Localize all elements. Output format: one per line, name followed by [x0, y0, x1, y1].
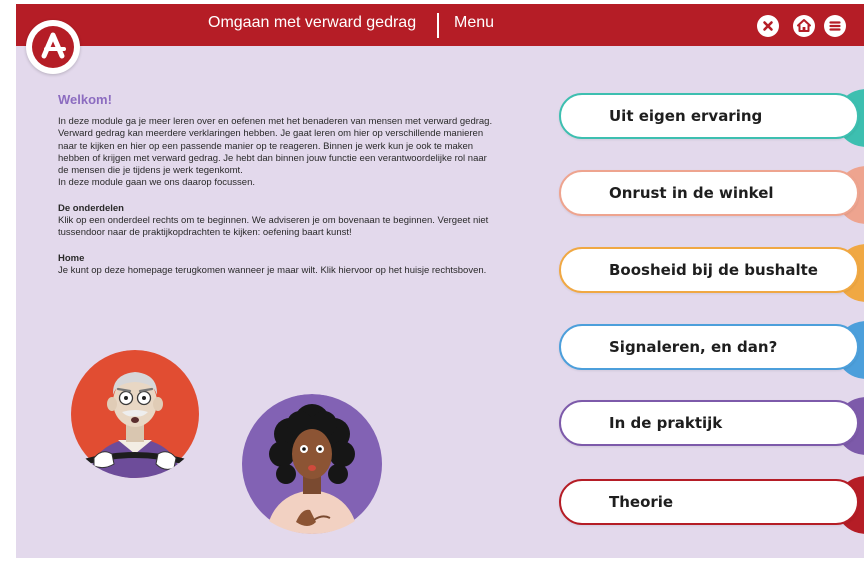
course-title: Omgaan met verward gedrag — [208, 14, 417, 31]
module-onrust-in-de-winkel[interactable]: Onrust in de winkel — [559, 170, 859, 216]
home-heading: Home — [58, 252, 85, 264]
close-button[interactable] — [757, 15, 779, 37]
module-label: Theorie — [609, 493, 674, 511]
home-button[interactable] — [793, 15, 815, 37]
welcome-heading: Welkom! — [58, 92, 112, 107]
menu-button[interactable] — [824, 15, 846, 37]
module-boosheid-bij-de-bushalte[interactable]: Boosheid bij de bushalte — [559, 247, 859, 293]
top-bar: Omgaan met verward gedrag Menu — [16, 4, 864, 46]
app-frame: Omgaan met verward gedrag Menu Welkom! I… — [16, 4, 864, 558]
intro-content: Welkom! In deze module ga je meer leren … — [58, 92, 498, 277]
module-uit-eigen-ervaring[interactable]: Uit eigen ervaring — [559, 93, 859, 139]
logo-icon — [32, 26, 74, 68]
illustration-older-man-driving — [66, 350, 204, 478]
module-in-de-praktijk[interactable]: In de praktijk — [559, 400, 859, 446]
module-label: Uit eigen ervaring — [609, 107, 763, 125]
module-theorie[interactable]: Theorie — [559, 479, 859, 525]
module-label: Signaleren, en dan? — [609, 338, 778, 356]
onderdelen-text: Klik op een onderdeel rechts om te begin… — [58, 215, 489, 239]
home-text: Je kunt op deze homepage terugkomen wann… — [58, 264, 487, 276]
close-icon — [763, 21, 773, 31]
home-icon — [797, 19, 811, 32]
logo — [26, 20, 80, 74]
module-label: Onrust in de winkel — [609, 184, 774, 202]
module-signaleren-en-dan[interactable]: Signaleren, en dan? — [559, 324, 859, 370]
menu-link[interactable]: Menu — [454, 14, 494, 32]
illustration-woman — [238, 394, 386, 534]
intro-focus-line: In deze module gaan we ons daarop focuss… — [58, 177, 255, 189]
module-label: In de praktijk — [609, 414, 723, 432]
title-divider — [437, 13, 439, 38]
intro-paragraph: In deze module ga je meer leren over en … — [58, 116, 493, 177]
module-label: Boosheid bij de bushalte — [609, 261, 818, 279]
onderdelen-heading: De onderdelen — [58, 202, 124, 214]
hamburger-menu-icon — [829, 21, 841, 31]
